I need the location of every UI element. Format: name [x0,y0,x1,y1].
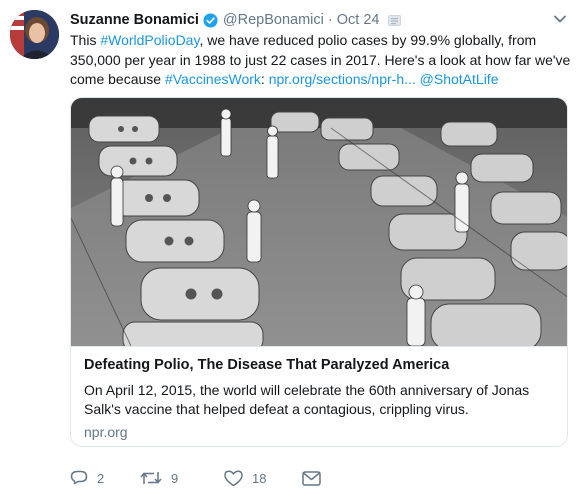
tweet-text-fragment: : [260,71,269,87]
hashtag-link[interactable]: #WorldPolioDay [100,32,199,48]
tweet: Suzanne Bonamici @RepBonamici · Oct 24 T… [0,0,580,496]
reply-icon [70,470,88,485]
card-description-line: On April 12, 2015, the world will celebr… [84,382,530,398]
tweet-text-fragment: , we have reduced polio cases by 99.9% g… [199,32,537,48]
retweet-count: 9 [171,470,179,486]
hashtag-link[interactable]: #VaccinesWork [165,71,261,87]
card-domain: npr.org [84,424,128,440]
card-description: On April 12, 2015, the world will celebr… [84,381,554,418]
heart-icon [224,469,243,486]
tweet-text-fragment: come because [70,71,165,87]
profile-photo [10,10,59,59]
avatar[interactable] [10,10,59,59]
tweet-actions: 2 9 18 [70,468,332,488]
separator-dot: · [327,12,333,28]
card-image[interactable] [71,98,567,346]
tweet-text-fragment: This [70,32,101,48]
envelope-icon [302,470,321,486]
url-link[interactable]: npr.org/sections/npr-h... [269,71,416,87]
direct-message-button[interactable] [302,470,332,486]
mention-link[interactable]: @ShotAtLife [420,71,499,87]
tweet-text-line: 350,000 per year in 1988 to just 22 case… [70,51,571,68]
author-display-name[interactable]: Suzanne Bonamici [70,12,199,28]
card-title[interactable]: Defeating Polio, The Disease That Paraly… [84,357,449,373]
tweet-text: This #WorldPolioDay, we have reduced pol… [70,31,570,90]
like-button[interactable]: 18 [224,469,302,487]
tweet-text-line: come because #VaccinesWork: npr.org/sect… [70,70,570,90]
retweet-button[interactable]: 9 [140,470,224,486]
reply-button[interactable]: 2 [70,469,140,487]
card-description-line: Salk's vaccine that helped defeat a cont… [84,400,469,417]
verified-badge-icon [203,12,218,28]
retweet-icon [140,472,162,484]
linked-tweet-icon [388,14,402,26]
like-count: 18 [252,470,267,486]
card-body[interactable]: Defeating Polio, The Disease That Paraly… [71,346,567,446]
tweet-text-line: This #WorldPolioDay, we have reduced pol… [70,31,570,51]
author-handle[interactable]: @RepBonamici [223,12,324,28]
link-preview-card[interactable]: Defeating Polio, The Disease That Paraly… [70,97,568,447]
iron-lung-ward-photo [71,98,567,346]
tweet-date[interactable]: Oct 24 [337,12,380,28]
reply-count: 2 [97,470,105,486]
tweet-header: Suzanne Bonamici @RepBonamici · Oct 24 [70,11,402,29]
chevron-down-icon[interactable] [553,14,567,24]
